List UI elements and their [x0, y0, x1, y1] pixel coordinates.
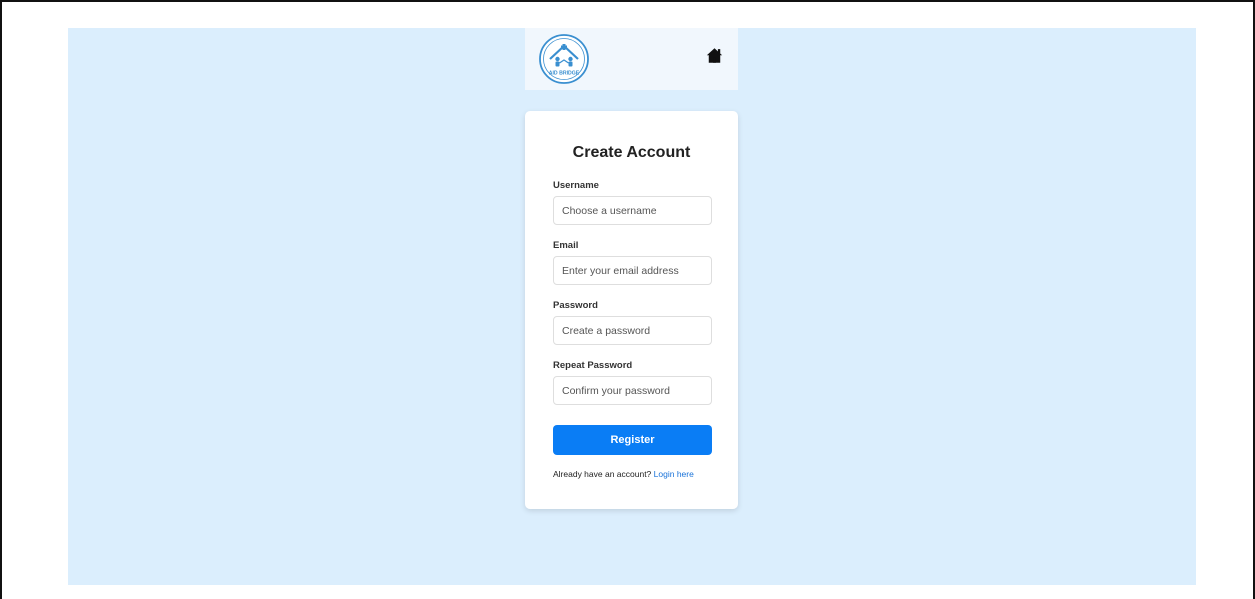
register-button[interactable]: Register [553, 425, 712, 455]
aid-bridge-logo[interactable]: AID BRIDGE [538, 33, 590, 85]
login-prompt-line: Already have an account? Login here [553, 469, 694, 479]
password-label: Password [553, 300, 598, 311]
repeat-password-label: Repeat Password [553, 360, 633, 371]
login-link[interactable]: Login here [654, 469, 694, 479]
email-input[interactable] [553, 256, 712, 285]
username-label: Username [553, 180, 599, 191]
page-background: AID BRIDGE Create Account Username Email… [68, 28, 1196, 585]
home-icon[interactable] [706, 47, 723, 64]
email-label: Email [553, 240, 579, 251]
username-input[interactable] [553, 196, 712, 225]
repeat-password-input[interactable] [553, 376, 712, 405]
page-title: Create Account [572, 144, 691, 161]
password-input[interactable] [553, 316, 712, 345]
logo-text: AID BRIDGE [549, 71, 580, 77]
header-bar: AID BRIDGE [525, 28, 738, 90]
login-prompt-text: Already have an account? [553, 469, 652, 479]
register-card: Create Account Username Email Password R… [525, 111, 738, 509]
browser-frame: AID BRIDGE Create Account Username Email… [0, 0, 1255, 599]
